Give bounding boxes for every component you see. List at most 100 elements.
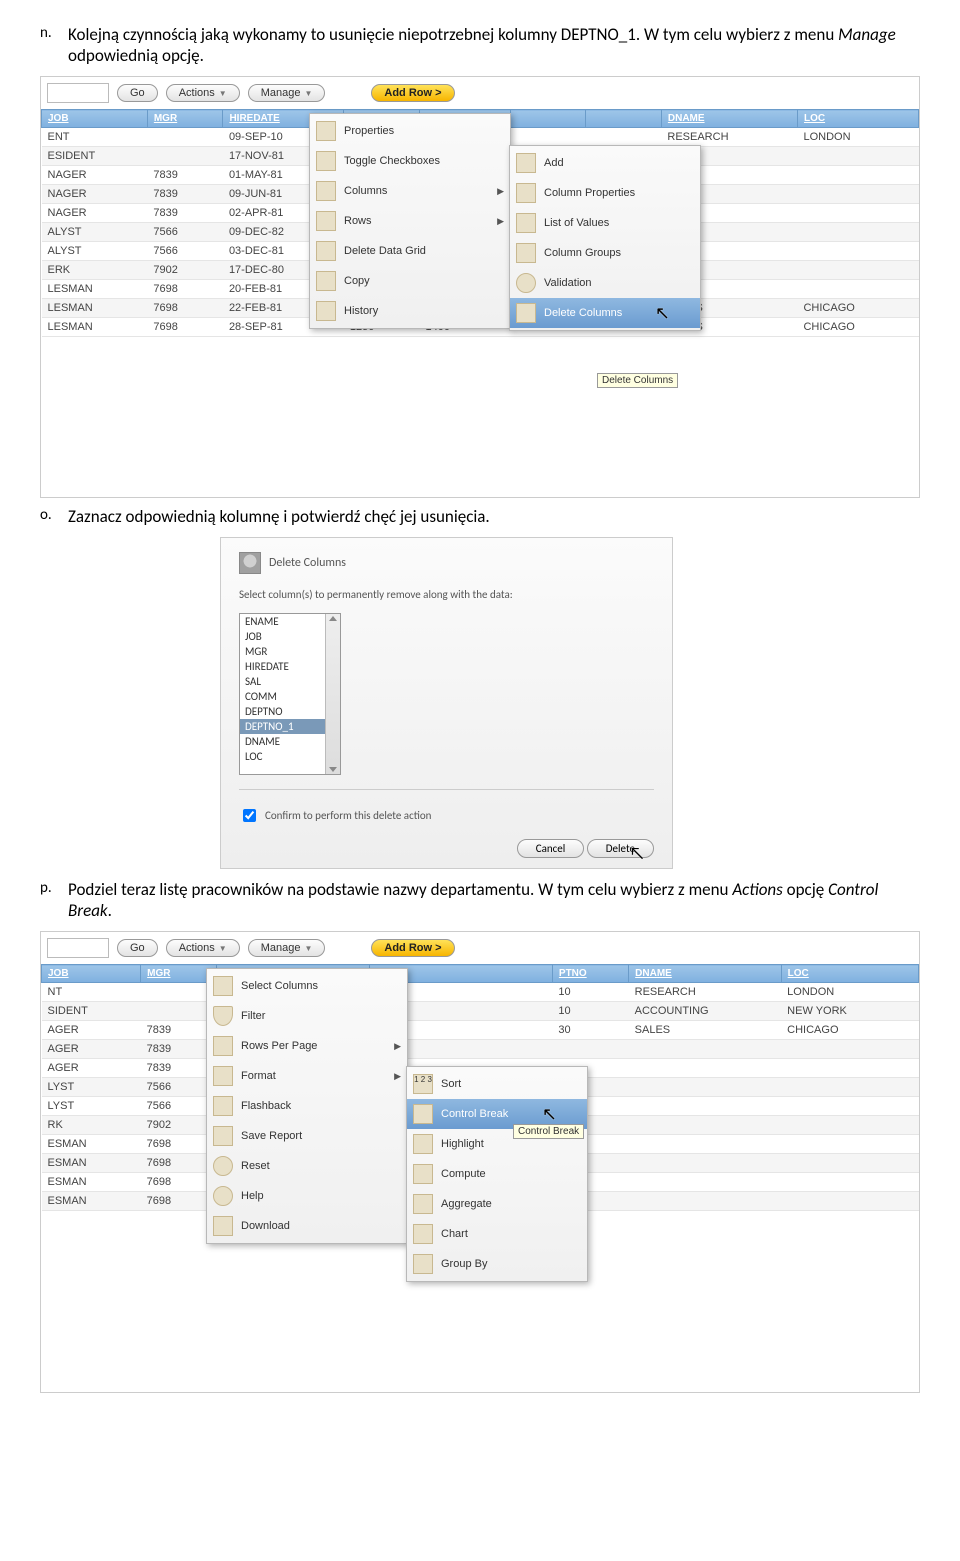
cell: SALES [629, 1021, 782, 1040]
menu-item[interactable]: History [310, 296, 510, 326]
manage-button[interactable]: Manage▼ [248, 939, 326, 957]
sort-icon: 1 2 3 [413, 1074, 433, 1094]
chevron-down-icon: ▼ [304, 944, 312, 953]
dialog-title-row: Delete Columns [239, 552, 654, 574]
column-header[interactable]: PTNO [552, 965, 628, 983]
menu-item[interactable]: Save Report [207, 1121, 407, 1151]
cell: 30 [552, 1021, 628, 1040]
marker-n: n. [40, 24, 52, 42]
delete-button[interactable]: Delete↖ [587, 839, 654, 858]
menu-item[interactable]: Select Columns [207, 971, 407, 1001]
menu-item[interactable]: Delete Data Grid [310, 236, 510, 266]
menu-item[interactable]: List of Values [510, 208, 700, 238]
cell [797, 147, 918, 166]
menu-item[interactable]: Flashback [207, 1091, 407, 1121]
confirm-row: Confirm to perform this delete action [239, 806, 654, 825]
add-row-button[interactable]: Add Row > [371, 939, 454, 957]
column-header[interactable]: LOC [781, 965, 918, 983]
actions-button[interactable]: Actions▼ [166, 84, 240, 102]
column-header[interactable]: MGR [147, 110, 223, 128]
menu-item[interactable]: Help [207, 1181, 407, 1211]
column-header[interactable]: JOB [42, 965, 141, 983]
menu-item[interactable]: Aggregate [407, 1189, 587, 1219]
cell [781, 1154, 918, 1173]
cell: LESMAN [42, 299, 148, 318]
search-input[interactable] [47, 938, 109, 958]
cell [797, 185, 918, 204]
cell: ALYST [42, 223, 148, 242]
screenshot-manage-menu: Go Actions▼ Manage▼ Add Row > JOBMGRHIRE… [40, 76, 920, 498]
scrollbar[interactable] [325, 614, 340, 774]
table-row[interactable]: AGER783930SALESCHICAGO [42, 1021, 919, 1040]
cell [797, 280, 918, 299]
cell [797, 204, 918, 223]
cell [781, 1078, 918, 1097]
chevron-down-icon: ▼ [219, 944, 227, 953]
menu-item[interactable]: Copy [310, 266, 510, 296]
cell [797, 261, 918, 280]
actions-menu: Select ColumnsFilterRows Per Page▶Format… [206, 968, 408, 1244]
cell [781, 1192, 918, 1211]
cell [510, 128, 586, 147]
submenu-arrow-icon: ▶ [497, 186, 504, 197]
copy-icon [316, 271, 336, 291]
column-header[interactable]: DNAME [661, 110, 797, 128]
menu-item[interactable]: Delete Columns↖ [510, 298, 700, 328]
list-item-p: p. Podziel teraz listę pracowników na po… [40, 879, 920, 921]
column-header[interactable]: LOC [797, 110, 918, 128]
menu-item[interactable]: Compute [407, 1159, 587, 1189]
menu-item[interactable]: Column Groups [510, 238, 700, 268]
cell: AGER [42, 1040, 141, 1059]
menu-item[interactable]: Chart [407, 1219, 587, 1249]
search-input[interactable] [47, 83, 109, 103]
menu-item[interactable]: Column Properties [510, 178, 700, 208]
go-button[interactable]: Go [117, 939, 158, 957]
menu-item[interactable]: Properties [310, 116, 510, 146]
menu-item[interactable]: Toggle Checkboxes [310, 146, 510, 176]
select-columns-icon [213, 976, 233, 996]
menu-item[interactable]: Filter [207, 1001, 407, 1031]
cell: NT [42, 983, 141, 1002]
add-row-button[interactable]: Add Row > [371, 84, 454, 102]
menu-item[interactable]: Validation [510, 268, 700, 298]
cell [797, 242, 918, 261]
menu-item[interactable]: Format▶ [207, 1061, 407, 1091]
trash-icon [239, 552, 261, 574]
highlight-icon [413, 1134, 433, 1154]
actions-button[interactable]: Actions▼ [166, 939, 240, 957]
column-header[interactable] [586, 110, 662, 128]
menu-item[interactable]: 1 2 3Sort [407, 1069, 587, 1099]
properties-icon [316, 121, 336, 141]
table-row[interactable]: SIDENT10ACCOUNTINGNEW YORK [42, 1002, 919, 1021]
cell [781, 1116, 918, 1135]
cell: NAGER [42, 166, 148, 185]
cell: ERK [42, 261, 148, 280]
table-row[interactable]: NT10RESEARCHLONDON [42, 983, 919, 1002]
cell: 7566 [147, 242, 223, 261]
table-row[interactable]: AGER7839 [42, 1040, 919, 1059]
menu-item[interactable]: Rows Per Page▶ [207, 1031, 407, 1061]
menu-item[interactable]: Add [510, 148, 700, 178]
menu-item[interactable]: Columns▶ [310, 176, 510, 206]
confirm-label: Confirm to perform this delete action [265, 809, 431, 822]
cursor-icon: ↖ [629, 842, 645, 864]
cell [781, 1173, 918, 1192]
go-button[interactable]: Go [117, 84, 158, 102]
column-header[interactable]: DNAME [629, 965, 782, 983]
cell: ENT [42, 128, 148, 147]
cell [629, 1059, 782, 1078]
list-item-n: n. Kolejną czynnością jaką wykonamy to u… [40, 24, 920, 66]
list-of-values-icon [516, 213, 536, 233]
column-header[interactable]: JOB [42, 110, 148, 128]
column-header[interactable] [510, 110, 586, 128]
cancel-button[interactable]: Cancel [517, 839, 585, 858]
menu-item[interactable]: Download [207, 1211, 407, 1241]
menu-item[interactable]: Rows▶ [310, 206, 510, 236]
menu-item[interactable]: Group By [407, 1249, 587, 1279]
manage-button[interactable]: Manage▼ [248, 84, 326, 102]
cell: ESMAN [42, 1192, 141, 1211]
confirm-checkbox[interactable] [243, 809, 256, 822]
cell: SIDENT [42, 1002, 141, 1021]
menu-item[interactable]: Reset [207, 1151, 407, 1181]
columns-listbox[interactable]: ENAMEJOBMGRHIREDATESALCOMMDEPTNODEPTNO_1… [239, 613, 341, 775]
